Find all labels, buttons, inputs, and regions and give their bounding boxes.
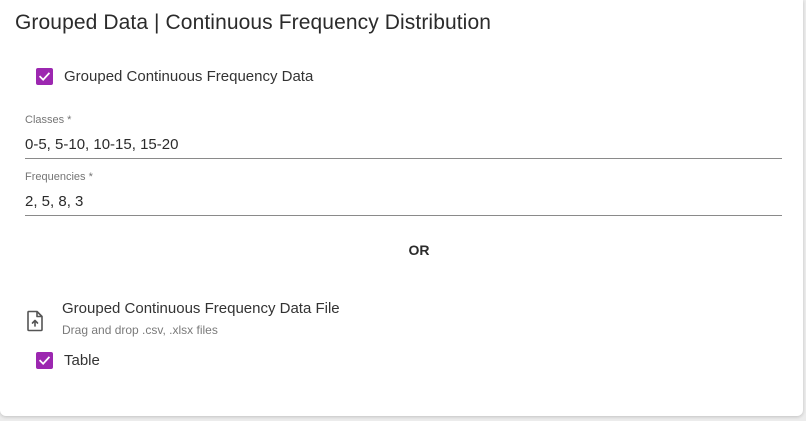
checkmark-icon (38, 72, 51, 82)
grouped-data-checkbox-label[interactable]: Grouped Continuous Frequency Data (64, 68, 313, 85)
or-divider: OR (408, 242, 430, 258)
table-checkbox[interactable] (36, 352, 53, 369)
file-upload-title: Grouped Continuous Frequency Data File (62, 300, 340, 317)
classes-input[interactable] (25, 134, 782, 154)
table-checkbox-label[interactable]: Table (64, 352, 100, 369)
grouped-data-checkbox[interactable] (36, 68, 53, 85)
file-upload-icon (26, 310, 44, 337)
classes-field-label: Classes * (25, 114, 72, 126)
calculator-card: Grouped Data | Continuous Frequency Dist… (0, 0, 803, 416)
frequencies-field-label: Frequencies * (25, 171, 93, 183)
frequencies-field[interactable]: Frequencies * (25, 169, 782, 216)
classes-field[interactable]: Classes * (25, 112, 782, 159)
page-title: Grouped Data | Continuous Frequency Dist… (15, 11, 492, 34)
file-dropzone[interactable]: Grouped Continuous Frequency Data File D… (22, 296, 422, 340)
frequencies-input[interactable] (25, 191, 782, 211)
file-upload-hint: Drag and drop .csv, .xlsx files (62, 323, 218, 337)
checkmark-icon (38, 356, 51, 366)
